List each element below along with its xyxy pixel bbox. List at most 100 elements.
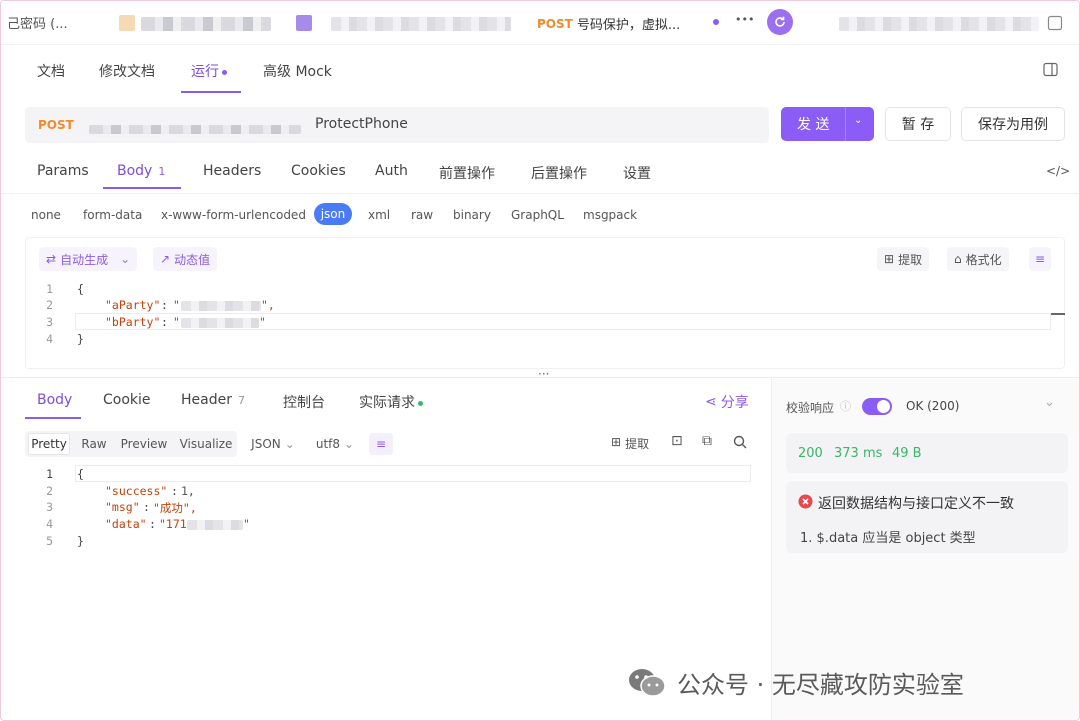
format-select[interactable]: JSON ⌄: [247, 433, 299, 455]
info-icon[interactable]: ⓘ: [840, 398, 851, 414]
title-bar: 己密码 (... POST 号码保护，虚拟... •••: [1, 1, 1079, 45]
watermark: 公众号 · 无尽藏攻防实验室: [627, 665, 964, 700]
tab-doc[interactable]: 文档: [37, 61, 65, 81]
dynamic-value-button[interactable]: ↗ 动态值: [153, 247, 218, 271]
code-view-icon[interactable]: </>: [1046, 164, 1070, 178]
resp-extract-button[interactable]: ⊞ 提取: [611, 435, 649, 452]
actual-request-dot: [418, 400, 423, 406]
download-icon[interactable]: ⊡: [671, 433, 683, 449]
view-preview[interactable]: Preview: [117, 433, 171, 455]
divider: [1, 193, 1079, 194]
json-colon: :: [161, 298, 168, 312]
magic-wand-icon: ↗: [160, 252, 171, 266]
json-colon: :: [143, 500, 150, 514]
window-menu-icon[interactable]: [1047, 15, 1063, 31]
blurred-url: [89, 125, 301, 134]
view-raw[interactable]: Raw: [77, 433, 111, 455]
share-button[interactable]: ⋖ 分享: [705, 392, 749, 412]
tab-edit-doc[interactable]: 修改文档: [99, 61, 155, 81]
window-tab-active[interactable]: POST 号码保护，虚拟...: [537, 14, 680, 34]
share-icon: ⋖: [705, 394, 717, 410]
body-type-raw[interactable]: raw: [411, 208, 433, 222]
url-bar[interactable]: POST ProtectPhone: [25, 107, 769, 143]
refresh-icon[interactable]: [767, 9, 793, 35]
encoding-select[interactable]: utf8 ⌄: [313, 433, 357, 455]
resp-tab-cookie[interactable]: Cookie: [103, 392, 151, 408]
resp-tab-body[interactable]: Body: [37, 392, 72, 408]
tab-auth[interactable]: Auth: [375, 163, 408, 179]
url-path[interactable]: ProtectPhone: [315, 116, 408, 132]
send-dropdown-icon[interactable]: ⌄: [854, 115, 862, 126]
wrap-toggle-icon[interactable]: ≡: [369, 433, 393, 455]
json-colon: :: [161, 315, 168, 329]
resp-tab-header[interactable]: Header 7: [181, 392, 245, 408]
window-tab-first[interactable]: 己密码 (...: [7, 13, 68, 32]
tab-body[interactable]: Body 1: [117, 163, 165, 179]
extract-icon: ⊞: [884, 252, 895, 266]
view-visualize[interactable]: Visualize: [177, 433, 235, 455]
method-select[interactable]: POST: [38, 118, 74, 132]
scrollbar-marker: [1051, 313, 1065, 315]
body-type-xml[interactable]: xml: [368, 208, 390, 222]
app-window: 己密码 (... POST 号码保护，虚拟... ••• 文档 修改文档 运行 …: [0, 0, 1080, 721]
save-as-case-button[interactable]: 保存为用例: [961, 107, 1065, 141]
copy-icon[interactable]: ⧉: [702, 433, 712, 449]
validate-response-label: 校验响应: [786, 401, 835, 415]
brace-open: {: [77, 282, 84, 296]
json-quote: ": [173, 315, 180, 329]
resize-handle-icon[interactable]: ···: [538, 367, 549, 381]
extract-icon: ⊞: [611, 435, 622, 449]
more-tabs-icon[interactable]: •••: [735, 13, 754, 26]
split-panel-icon[interactable]: [1042, 61, 1058, 77]
wrap-toggle-icon[interactable]: ≡: [1029, 247, 1052, 271]
tab-settings[interactable]: 设置: [623, 163, 651, 183]
status-code: 200: [798, 446, 823, 461]
body-type-binary[interactable]: binary: [453, 208, 491, 222]
resp-tab-actual-request[interactable]: 实际请求: [359, 392, 423, 412]
tab-post-operations[interactable]: 后置操作: [531, 163, 587, 183]
tab-run[interactable]: 运行: [191, 61, 227, 81]
swap-icon: ⇄: [46, 252, 57, 266]
brace-close: }: [77, 534, 84, 548]
json-colon: :: [149, 517, 156, 531]
tab-headers[interactable]: Headers: [203, 163, 261, 179]
line-number: 3: [46, 315, 53, 329]
current-line-highlight: [75, 465, 751, 482]
tab-advanced-mock[interactable]: 高级 Mock: [263, 61, 332, 81]
tab-pre-operations[interactable]: 前置操作: [439, 163, 495, 183]
json-value: "171: [159, 517, 187, 531]
blurred-phone-a: [181, 301, 261, 311]
line-number: 2: [46, 484, 53, 498]
format-button[interactable]: ⌂ 格式化: [947, 247, 1009, 271]
body-type-urlencoded[interactable]: x-www-form-urlencoded: [161, 208, 306, 222]
blurred-env-name: [839, 17, 1039, 31]
extract-button[interactable]: ⊞ 提取: [877, 247, 930, 271]
line-number: 4: [46, 517, 53, 531]
run-dot: [222, 69, 227, 75]
chevron-down-icon[interactable]: ⌄: [1044, 395, 1055, 410]
search-icon[interactable]: [733, 435, 747, 453]
body-type-graphql[interactable]: GraphQL: [511, 208, 564, 222]
auto-generate-button[interactable]: ⇄ 自动生成 ⌄: [39, 247, 138, 271]
tab-params[interactable]: Params: [37, 163, 89, 179]
body-type-none[interactable]: none: [31, 208, 61, 222]
save-draft-button[interactable]: 暂 存: [885, 107, 951, 141]
json-value: 1,: [181, 484, 195, 498]
json-quote: ": [243, 517, 250, 531]
validate-toggle[interactable]: [862, 398, 892, 415]
status-select[interactable]: OK (200): [906, 399, 959, 413]
line-number: 2: [46, 298, 53, 312]
send-split-divider: [845, 107, 846, 141]
body-type-msgpack[interactable]: msgpack: [583, 208, 637, 222]
line-number: 1: [46, 467, 53, 481]
body-type-form-data[interactable]: form-data: [83, 208, 142, 222]
send-button[interactable]: 发 送 ⌄: [781, 107, 874, 141]
tab-cookies[interactable]: Cookies: [291, 163, 346, 179]
resp-tab-console[interactable]: 控制台: [283, 392, 325, 412]
body-type-json[interactable]: json: [314, 203, 352, 225]
json-key: "aParty": [105, 298, 161, 312]
error-title: 返回数据结构与接口定义不一致: [818, 496, 1014, 512]
json-quote: ",: [261, 298, 275, 312]
chevron-down-icon: ⌄: [344, 437, 355, 451]
view-pretty[interactable]: Pretty: [28, 433, 70, 455]
